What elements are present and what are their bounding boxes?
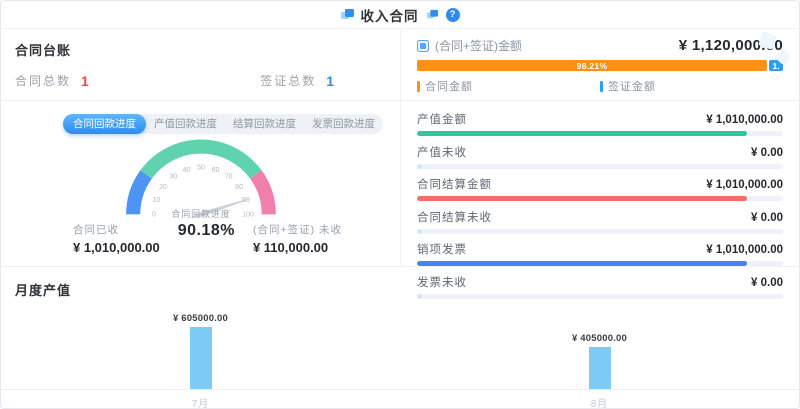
gauge-tick: 60 [211, 167, 219, 174]
page-title: 收入合同 [361, 5, 419, 25]
legend-swatch [600, 81, 603, 92]
metric-row-output-invoice: 销项发票 ¥ 1,010,000.00 [417, 241, 783, 266]
summary-label: (合同+签证)金额 [435, 37, 522, 54]
legend-contract-amount: 合同金额 ¥ 1,100,000.00 [417, 78, 600, 101]
metric-value: ¥ 1,010,000.00 [706, 244, 783, 256]
gauge-tick: 50 [197, 165, 205, 172]
metric-label: 销项发票 [417, 241, 467, 257]
bar-july [190, 327, 212, 389]
legend-value: ¥ 20,000.00 [608, 97, 783, 101]
stat-contract-total: 合同总数 1 [15, 72, 89, 89]
metric-value: ¥ 0.00 [751, 212, 783, 224]
progress-tabs: 合同回款进度 产值回款进度 结算回款进度 发票回款进度 [63, 114, 383, 134]
x-label-july: 7月 [1, 395, 400, 409]
received-label: 合同已收 [73, 222, 160, 237]
progress-fill [417, 164, 422, 169]
progress-fill [417, 294, 422, 299]
chart-icon-right [426, 10, 437, 19]
stat-visa-total: 签证总数 1 [260, 72, 334, 89]
unreceived-value: ¥ 110,000.00 [253, 240, 342, 255]
received-value: ¥ 1,010,000.00 [73, 240, 160, 255]
progress-track [417, 261, 783, 266]
tab-invoice-repayment[interactable]: 发票回款进度 [304, 114, 383, 134]
gauge-tick: 100 [242, 212, 254, 219]
x-label-august: 8月 [400, 395, 799, 409]
progress-track [417, 294, 783, 299]
repayment-progress-panel: 合同回款进度 产值回款进度 结算回款进度 发票回款进度 0 10 20 30 4… [1, 101, 400, 266]
metric-label: 产值金额 [417, 111, 467, 127]
contract-amount-segment: 98.21% [417, 60, 767, 71]
stat-label: 签证总数 [260, 72, 316, 89]
progress-fill [417, 196, 747, 201]
metric-value: ¥ 0.00 [751, 147, 783, 159]
legend-visa-amount: 签证金额 ¥ 20,000.00 [600, 78, 783, 101]
legend-swatch [417, 81, 420, 92]
metric-row-invoice-unreceived: 发票未收 ¥ 0.00 [417, 274, 783, 299]
gauge-tick: 0 [151, 212, 155, 219]
gauge-tick: 10 [152, 197, 160, 204]
ledger-stats: 合同总数 1 签证总数 1 [15, 72, 386, 89]
received-group: 合同已收 ¥ 1,010,000.00 [73, 222, 160, 255]
bar-column-july: ¥ 605000.00 [1, 302, 400, 389]
metric-row-output-unreceived: 产值未收 ¥ 0.00 [417, 144, 783, 169]
tab-output-repayment[interactable]: 产值回款进度 [146, 114, 225, 134]
stat-label: 合同总数 [15, 72, 71, 89]
gauge-tick: 70 [224, 174, 232, 181]
progress-track [417, 196, 783, 201]
gauge-segment-pink [255, 174, 268, 214]
bar-august [589, 347, 611, 389]
tab-settlement-repayment[interactable]: 结算回款进度 [225, 114, 304, 134]
progress-track [417, 164, 783, 169]
gauge-tick: 80 [235, 184, 243, 191]
metric-value: ¥ 1,010,000.00 [706, 114, 783, 126]
metrics-panel: 产值金额 ¥ 1,010,000.00 产值未收 ¥ 0.00 合同结算金额 ¥ 1,… [400, 101, 799, 266]
legend-value: ¥ 1,100,000.00 [425, 97, 600, 101]
amount-stacked-bar: 98.21% 1. [417, 60, 783, 71]
contract-ledger-panel: 合同台账 合同总数 1 签证总数 1 [1, 29, 400, 101]
metric-label: 产值未收 [417, 144, 467, 160]
gauge-tick: 30 [169, 174, 177, 181]
unreceived-group: (合同+签证) 未收 ¥ 110,000.00 [253, 222, 342, 255]
metric-label: 合同结算未收 [417, 209, 492, 225]
progress-fill [417, 261, 747, 266]
unreceived-label: (合同+签证) 未收 [253, 222, 342, 237]
progress-track [417, 131, 783, 136]
gauge-tick: 40 [182, 167, 190, 174]
amount-legend: 合同金额 ¥ 1,100,000.00 签证金额 ¥ 20,000.00 [417, 78, 783, 101]
bar-column-august: ¥ 405000.00 [400, 302, 799, 389]
metric-row-output-amount: 产值金额 ¥ 1,010,000.00 [417, 111, 783, 136]
legend-label: 签证金额 [608, 78, 656, 94]
metric-value: ¥ 0.00 [751, 277, 783, 289]
bar-value-label: ¥ 605000.00 [173, 313, 228, 324]
metric-row-settlement-unreceived: 合同结算未收 ¥ 0.00 [417, 209, 783, 234]
amount-summary-panel: (合同+签证)金额 ¥ 1,120,000.00 98.21% 1. 合同金额 … [400, 29, 799, 101]
bar-value-label: ¥ 405000.00 [572, 333, 627, 344]
metric-label: 发票未收 [417, 274, 467, 290]
gauge-label: 合同回款进度 [171, 208, 230, 219]
x-axis-labels: 7月 8月 [1, 395, 799, 409]
gauge-percent: 90.18% [178, 222, 235, 240]
contract-pct-label: 98.21% [577, 61, 608, 71]
ledger-title: 合同台账 [15, 40, 386, 59]
gauge-chart: 0 10 20 30 40 50 60 70 80 90 100 合同回款进度 [88, 137, 314, 221]
metric-label: 合同结算金额 [417, 176, 492, 192]
gauge-summary-row: 合同已收 ¥ 1,010,000.00 90.18% (合同+签证) 未收 ¥ … [15, 222, 386, 255]
metric-row-settlement-amount: 合同结算金额 ¥ 1,010,000.00 [417, 176, 783, 201]
stat-value: 1 [326, 73, 334, 89]
help-icon[interactable]: ? [446, 8, 460, 22]
progress-fill [417, 131, 747, 136]
dashboard-page: 收入合同 ? 合同台账 合同总数 1 签证总数 1 [0, 0, 800, 409]
metric-value: ¥ 1,010,000.00 [706, 179, 783, 191]
tab-contract-repayment[interactable]: 合同回款进度 [63, 114, 146, 134]
document-icon [417, 40, 429, 52]
chart-icon-left [341, 9, 354, 20]
progress-fill [417, 229, 422, 234]
stat-value: 1 [81, 73, 89, 89]
progress-track [417, 229, 783, 234]
monthly-bar-chart: ¥ 605000.00 ¥ 405000.00 [1, 302, 799, 390]
gauge-segment-blue [133, 174, 146, 214]
legend-label: 合同金额 [425, 78, 473, 94]
gauge-tick: 20 [158, 184, 166, 191]
page-header: 收入合同 ? [1, 1, 799, 29]
